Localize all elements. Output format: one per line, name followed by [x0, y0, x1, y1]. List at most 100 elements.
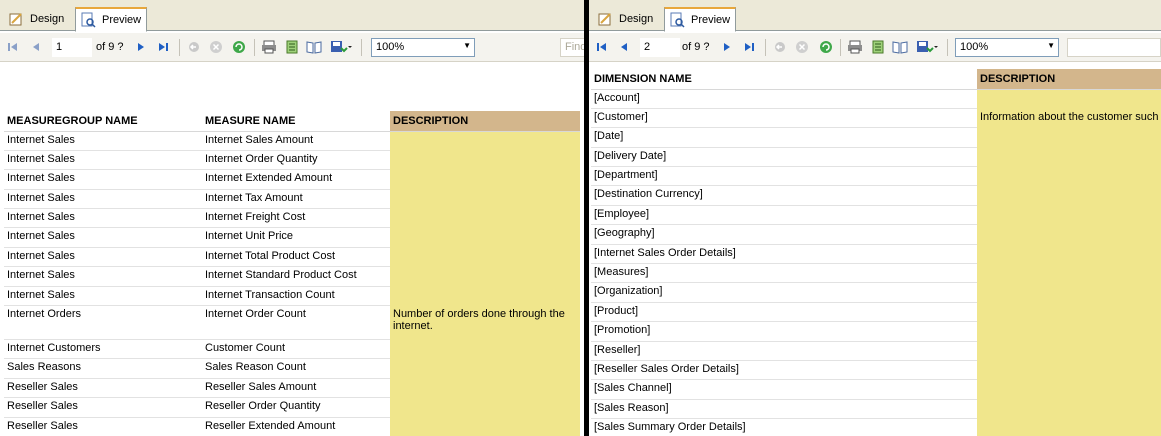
table-row: [Employee]	[591, 205, 1161, 226]
description-cell	[390, 169, 580, 190]
table-row: Internet Sales Internet Standard Product …	[4, 266, 580, 287]
page-setup-icon[interactable]	[306, 39, 322, 55]
zoom-select[interactable]: 100% ▼	[955, 38, 1059, 57]
description-cell	[977, 341, 1161, 361]
back-icon[interactable]	[186, 39, 202, 55]
description-cell	[977, 302, 1161, 323]
page-number-input[interactable]: 2	[640, 38, 680, 57]
print-icon[interactable]	[261, 39, 277, 55]
export-icon[interactable]	[915, 39, 939, 55]
design-icon	[597, 11, 613, 27]
back-icon[interactable]	[772, 39, 788, 55]
measuregroup-cell: Internet Sales	[4, 227, 202, 248]
last-page-icon[interactable]	[741, 39, 757, 55]
measuregroup-cell: Internet Sales	[4, 208, 202, 229]
table-row: Internet Sales Internet Extended Amount	[4, 169, 580, 190]
tab-design[interactable]: Design	[4, 7, 74, 31]
description-cell	[390, 208, 580, 229]
page-setup-icon[interactable]	[892, 39, 908, 55]
table-row: [Internet Sales Order Details]	[591, 244, 1161, 265]
tab-design[interactable]: Design	[593, 7, 663, 31]
left-report-panel: Design Preview 1 of 9 ? 100% ▼ Find	[0, 0, 584, 436]
right-report-panel: Design Preview 2 of 9 ? 100% ▼ DIMENSION…	[589, 0, 1161, 436]
print-layout-icon[interactable]	[284, 39, 300, 55]
find-input[interactable]	[1067, 38, 1161, 57]
table-row: [Product]	[591, 302, 1161, 323]
first-page-icon[interactable]	[5, 39, 21, 55]
tab-preview[interactable]: Preview	[664, 7, 736, 32]
measure-cell: Internet Tax Amount	[202, 189, 390, 210]
zoom-select[interactable]: 100% ▼	[371, 38, 475, 57]
table-row: [Geography]	[591, 224, 1161, 245]
table-row: Internet Sales Internet Order Quantity	[4, 150, 580, 171]
tab-bar: Design Preview	[0, 0, 584, 32]
previous-page-icon[interactable]	[28, 39, 44, 55]
description-cell	[977, 379, 1161, 400]
measure-cell: Internet Order Quantity	[202, 150, 390, 171]
description-cell	[390, 417, 580, 436]
stop-icon[interactable]	[794, 39, 810, 55]
refresh-icon[interactable]	[818, 39, 834, 55]
description-cell	[977, 418, 1161, 436]
description-cell	[977, 127, 1161, 148]
dimension-cell: [Product]	[591, 302, 977, 323]
chevron-down-icon: ▼	[1047, 41, 1055, 50]
description-cell	[390, 397, 580, 418]
dimensions-table: DIMENSION NAME DESCRIPTION [Account] [Cu…	[591, 69, 1161, 436]
description-cell	[977, 399, 1161, 420]
column-header-description: DESCRIPTION	[977, 69, 1161, 90]
first-page-icon[interactable]	[594, 39, 610, 55]
measuregroup-cell: Internet Sales	[4, 169, 202, 190]
stop-icon[interactable]	[208, 39, 224, 55]
previous-page-icon[interactable]	[616, 39, 632, 55]
dimension-cell: [Internet Sales Order Details]	[591, 244, 977, 265]
toolbar-separator	[840, 39, 841, 56]
last-page-icon[interactable]	[155, 39, 171, 55]
toolbar-separator	[765, 39, 766, 56]
description-cell	[977, 166, 1161, 187]
description-cell	[390, 189, 580, 210]
description-cell	[977, 147, 1161, 168]
table-row: [Measures]	[591, 263, 1161, 284]
table-row: [Destination Currency]	[591, 185, 1161, 206]
table-header-row: MEASUREGROUP NAME MEASURE NAME DESCRIPTI…	[4, 111, 580, 132]
description-cell	[390, 358, 580, 379]
page-number-input[interactable]: 1	[52, 38, 92, 57]
report-toolbar: 2 of 9 ? 100% ▼	[589, 33, 1161, 62]
table-row: [Delivery Date]	[591, 147, 1161, 168]
refresh-icon[interactable]	[231, 39, 247, 55]
next-page-icon[interactable]	[133, 39, 149, 55]
print-icon[interactable]	[847, 39, 863, 55]
table-row: [Promotion]	[591, 321, 1161, 342]
next-page-icon[interactable]	[719, 39, 735, 55]
tab-bar: Design Preview	[589, 0, 1161, 32]
table-row: Internet Sales Internet Freight Cost	[4, 208, 580, 229]
description-cell: Number of orders done through the intern…	[390, 305, 580, 341]
find-input[interactable]: Find	[560, 38, 584, 57]
table-row: [Sales Channel]	[591, 379, 1161, 400]
description-cell	[390, 286, 580, 307]
description-cell	[977, 321, 1161, 342]
description-cell	[977, 185, 1161, 206]
table-row: [Organization]	[591, 282, 1161, 303]
measuregroup-cell: Reseller Sales	[4, 378, 202, 399]
measure-cell: Internet Total Product Cost	[202, 247, 390, 268]
measure-cell: Reseller Extended Amount	[202, 417, 390, 436]
toolbar-separator	[254, 39, 255, 56]
measure-cell: Internet Transaction Count	[202, 286, 390, 307]
description-cell	[977, 282, 1161, 303]
measuregroup-cell: Internet Customers	[4, 339, 202, 360]
measuregroup-cell: Internet Sales	[4, 150, 202, 171]
dimension-cell: [Department]	[591, 166, 977, 187]
column-header-measuregroup: MEASUREGROUP NAME	[4, 111, 202, 132]
description-cell	[390, 131, 580, 151]
table-row: Internet Sales Internet Total Product Cos…	[4, 247, 580, 268]
tab-preview[interactable]: Preview	[75, 7, 147, 32]
description-cell	[977, 89, 1161, 109]
table-row: [Department]	[591, 166, 1161, 187]
export-icon[interactable]	[329, 39, 353, 55]
print-layout-icon[interactable]	[870, 39, 886, 55]
description-cell	[390, 150, 580, 171]
column-header-dimension: DIMENSION NAME	[591, 69, 977, 90]
dimension-cell: [Delivery Date]	[591, 147, 977, 168]
